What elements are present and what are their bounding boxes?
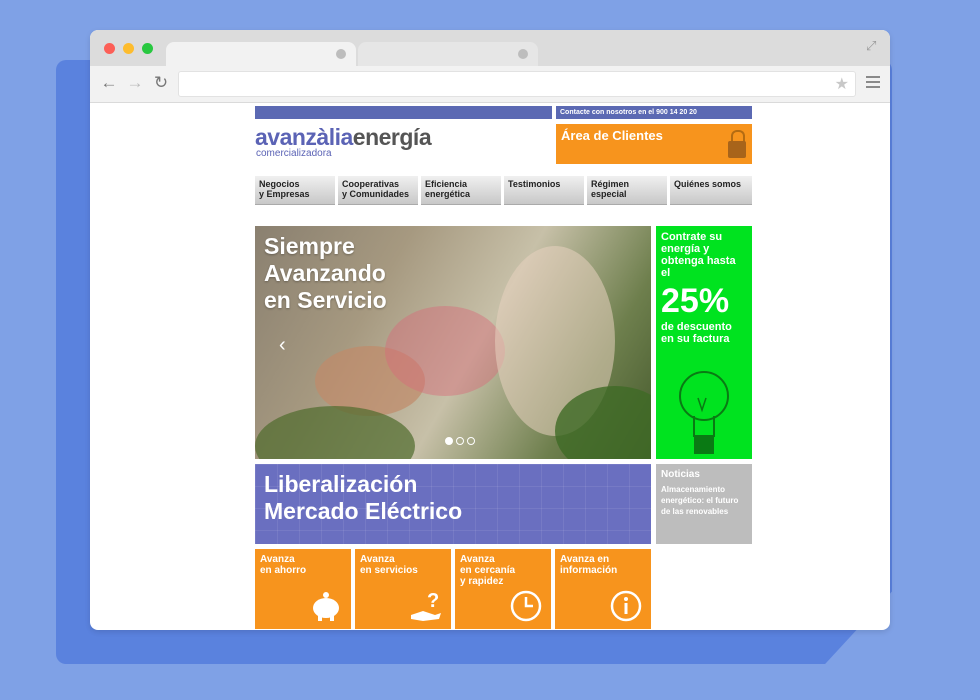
nav-item-eficiencia[interactable]: Eficiencia energética [421,176,501,205]
maximize-window-button[interactable] [142,43,153,54]
title-bar: ⤢ [90,30,890,66]
nav-item-testimonios[interactable]: Testimonios [504,176,584,205]
forward-arrow-icon[interactable]: → [124,72,146,94]
address-bar[interactable]: ★ [178,71,856,97]
slider-dot[interactable] [445,437,453,445]
hero-flowers-shape [385,306,505,396]
nav-item-quienes[interactable]: Quiénes somos [670,176,752,205]
hero-slider[interactable]: Siempre Avanzando en Servicio ‹ [255,226,651,459]
fullscreen-icon[interactable]: ⤢ [866,38,882,54]
hand-question-icon: ? [411,590,441,621]
promo-text-top: Contrate su energía y obtenga hasta el [661,231,736,279]
chevron-left-icon[interactable]: ‹ [279,334,286,357]
info-icon [610,590,642,622]
contact-bar: Contacte con nosotros en el 900 14 20 20 [556,106,752,119]
main-nav: Negocios y Empresas Cooperativas y Comun… [255,176,752,206]
tile-servicios[interactable]: Avanza en servicios ? [355,549,451,629]
clock-icon [510,590,542,622]
piggy-bank-icon [313,592,339,621]
nav-item-cooperativas[interactable]: Cooperativas y Comunidades [338,176,418,205]
slider-dots [445,432,478,450]
slider-dot[interactable] [467,437,475,445]
promo-percentage: 25% [661,282,730,320]
tab-close-icon[interactable] [336,49,346,59]
tile-label: Avanza en información [560,554,618,576]
tile-label: Avanza en cercanía y rapidez [460,554,516,587]
tile-label: Avanza en servicios [360,554,418,576]
lock-icon [728,130,746,158]
bookmark-star-icon[interactable]: ★ [835,74,849,94]
svg-text:?: ? [427,590,439,612]
news-item-link[interactable]: Almacenamiento energético: el futuro de … [661,484,747,517]
logo-energia: energía [352,124,432,150]
site-logo[interactable]: avanzàliaenergía [255,124,432,151]
minimize-window-button[interactable] [123,43,134,54]
tile-cercania[interactable]: Avanza en cercanía y rapidez [455,549,551,629]
close-window-button[interactable] [104,43,115,54]
nav-item-regimen[interactable]: Régimen especial [587,176,667,205]
discount-promo[interactable]: Contrate su energía y obtenga hasta el 2… [656,226,752,459]
browser-window: ⤢ ← → ↻ ★ Contacte con nosotros en el 90… [90,30,890,630]
hero-fern-shape [255,406,415,459]
news-box[interactable]: Noticias Almacenamiento energético: el f… [656,464,752,544]
logo-avanzalia: avanzàlia [255,124,353,150]
tile-ahorro[interactable]: Avanza en ahorro [255,549,351,629]
reload-icon[interactable]: ↻ [150,72,172,94]
client-area-button[interactable]: Área de Clientes [556,124,752,164]
browser-tab-active[interactable] [166,42,356,66]
tab-close-icon[interactable] [518,49,528,59]
news-heading: Noticias [661,469,700,480]
browser-toolbar: ← → ↻ ★ [90,66,890,103]
header-bar [255,106,552,119]
tile-label: Avanza en ahorro [260,554,307,576]
liberalization-banner[interactable]: Liberalización Mercado Eléctrico [255,464,651,544]
browser-tab[interactable] [358,42,538,66]
slider-dot[interactable] [456,437,464,445]
nav-item-negocios[interactable]: Negocios y Empresas [255,176,335,205]
hero-title: Siempre Avanzando en Servicio [264,233,387,313]
promo-text-bottom: de descuento en su factura [661,321,732,345]
hamburger-menu-icon[interactable] [866,76,880,91]
back-arrow-icon[interactable]: ← [98,72,120,94]
client-area-label: Área de Clientes [561,128,663,143]
liberalization-title: Liberalización Mercado Eléctrico [264,471,463,524]
lightbulb-icon [679,371,729,454]
tile-informacion[interactable]: Avanza en información [555,549,651,629]
logo-subtitle: comercializadora [256,148,332,159]
